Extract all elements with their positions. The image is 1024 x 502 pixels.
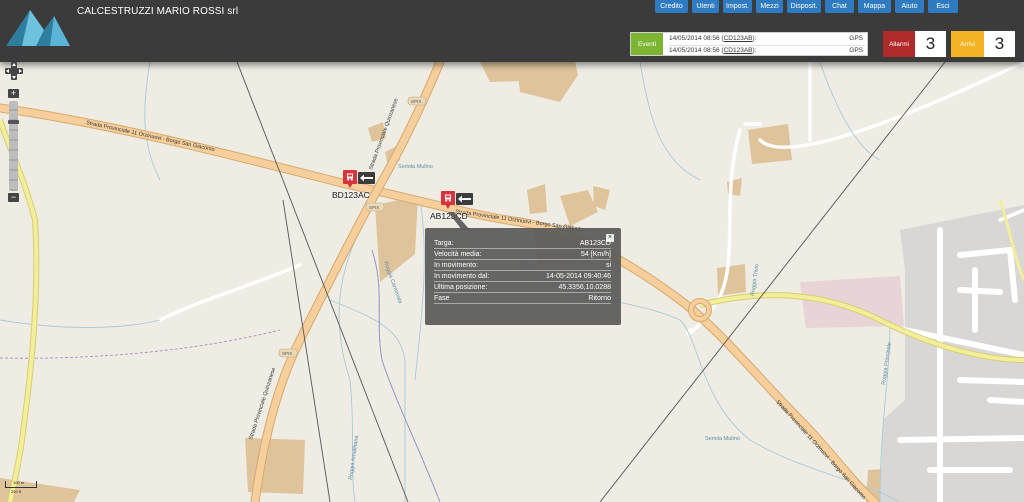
- company-name: CALCESTRUZZI MARIO ROSSI srl: [77, 6, 239, 17]
- event-type: GPS: [849, 35, 863, 42]
- zoom-slider-handle[interactable]: [8, 120, 19, 124]
- popup-value: AB123CD: [579, 240, 611, 247]
- nav-dispositivi-button[interactable]: Disposit.: [787, 0, 821, 13]
- logo-icon[interactable]: [4, 4, 70, 48]
- vehicle-info-popup: × Targa: AB123CD Velocità media: 54 [Km/…: [425, 228, 621, 325]
- event-row[interactable]: 14/05/2014 08:56 (CD123AB): GPS: [669, 45, 865, 55]
- events-panel: Eventi 14/05/2014 08:56 (CD123AB): GPS 1…: [630, 32, 868, 56]
- pan-control-icon[interactable]: [5, 62, 23, 80]
- zoom-in-button[interactable]: +: [8, 89, 19, 98]
- nav-credito-button[interactable]: Credito: [655, 0, 688, 13]
- zoom-out-button[interactable]: −: [8, 193, 19, 202]
- nav-mezzi-button[interactable]: Mezzi: [756, 0, 783, 13]
- popup-label: In movimento:: [434, 262, 478, 269]
- popup-value: 45.3356,10.0288: [558, 284, 611, 291]
- alarms-label: Allarmi: [883, 31, 915, 57]
- popup-label: Fase: [434, 295, 450, 302]
- road-label: Seriola Mulino: [705, 436, 740, 442]
- popup-pointer: [448, 212, 470, 230]
- top-nav: Credito Utenti Impost. Mezzi Disposit. C…: [655, 0, 962, 14]
- popup-label: Targa:: [434, 240, 454, 247]
- vehicle-pin[interactable]: [441, 191, 455, 209]
- road-badge: SPIX: [282, 351, 292, 356]
- popup-value: 14-05-2014 09:40:46: [546, 273, 611, 280]
- popup-value: 54 [Km/h]: [581, 251, 611, 258]
- nav-esci-button[interactable]: Esci: [928, 0, 958, 13]
- popup-value: si: [605, 262, 611, 269]
- arrow-left-icon: [458, 195, 471, 203]
- road-badge: SPIX: [411, 99, 421, 104]
- direction-indicator: [456, 193, 473, 205]
- event-row[interactable]: 14/05/2014 08:56 (CD123AB): GPS: [669, 34, 865, 44]
- popup-label: In movimento dal:: [434, 273, 490, 280]
- scale-imperial: 200 ft: [11, 489, 22, 494]
- scale-bar: 100 m 200 ft: [5, 480, 39, 496]
- arrivals-count: 3: [994, 34, 1005, 53]
- event-date: 14/05/2014 08:56: [669, 47, 720, 54]
- zoom-slider[interactable]: [8, 101, 19, 191]
- app-header: CALCESTRUZZI MARIO ROSSI srl Credito Ute…: [0, 0, 1024, 62]
- vehicle-pin[interactable]: [343, 170, 357, 188]
- road-badge: SPIX: [369, 205, 379, 210]
- popup-row: Velocità media: 54 [Km/h]: [434, 249, 611, 260]
- nav-aiuto-button[interactable]: Aiuto: [895, 0, 924, 13]
- event-date: 14/05/2014 08:56: [669, 35, 720, 42]
- arrivals-label: Arrivi: [951, 31, 984, 57]
- popup-label: Velocità media:: [434, 251, 482, 258]
- popup-label: Ultima posizione:: [434, 284, 488, 291]
- zoom-control: + −: [8, 89, 19, 202]
- nav-mappa-button[interactable]: Mappa: [858, 0, 891, 13]
- popup-row: Ultima posizione: 45.3356,10.0288: [434, 282, 611, 293]
- popup-row: Fase Ritorno: [434, 293, 611, 304]
- scale-line: [5, 481, 37, 488]
- alarms-widget[interactable]: Allarmi 3: [883, 31, 946, 57]
- nav-utenti-button[interactable]: Utenti: [692, 0, 719, 13]
- event-plate-link[interactable]: CD123AB: [724, 35, 753, 42]
- arrivals-widget[interactable]: Arrivi 3: [951, 31, 1015, 57]
- popup-value: Ritorno: [588, 295, 611, 302]
- road-label: Seriola Mulino: [398, 164, 433, 170]
- event-plate-link[interactable]: CD123AB: [724, 47, 753, 54]
- popup-row: In movimento dal: 14-05-2014 09:40:46: [434, 271, 611, 282]
- events-label[interactable]: Eventi: [631, 33, 663, 55]
- nav-impostazioni-button[interactable]: Impost.: [723, 0, 752, 13]
- alarms-count: 3: [925, 34, 936, 53]
- popup-row: In movimento: si: [434, 260, 611, 271]
- event-type: GPS: [849, 47, 863, 54]
- vehicle-plate-label: BD123AC: [332, 190, 370, 200]
- direction-indicator: [358, 172, 375, 184]
- nav-chat-button[interactable]: Chat: [825, 0, 854, 13]
- popup-row: Targa: AB123CD: [434, 238, 611, 249]
- truck-icon: [347, 173, 353, 181]
- truck-icon: [445, 194, 451, 202]
- arrow-left-icon: [360, 174, 373, 182]
